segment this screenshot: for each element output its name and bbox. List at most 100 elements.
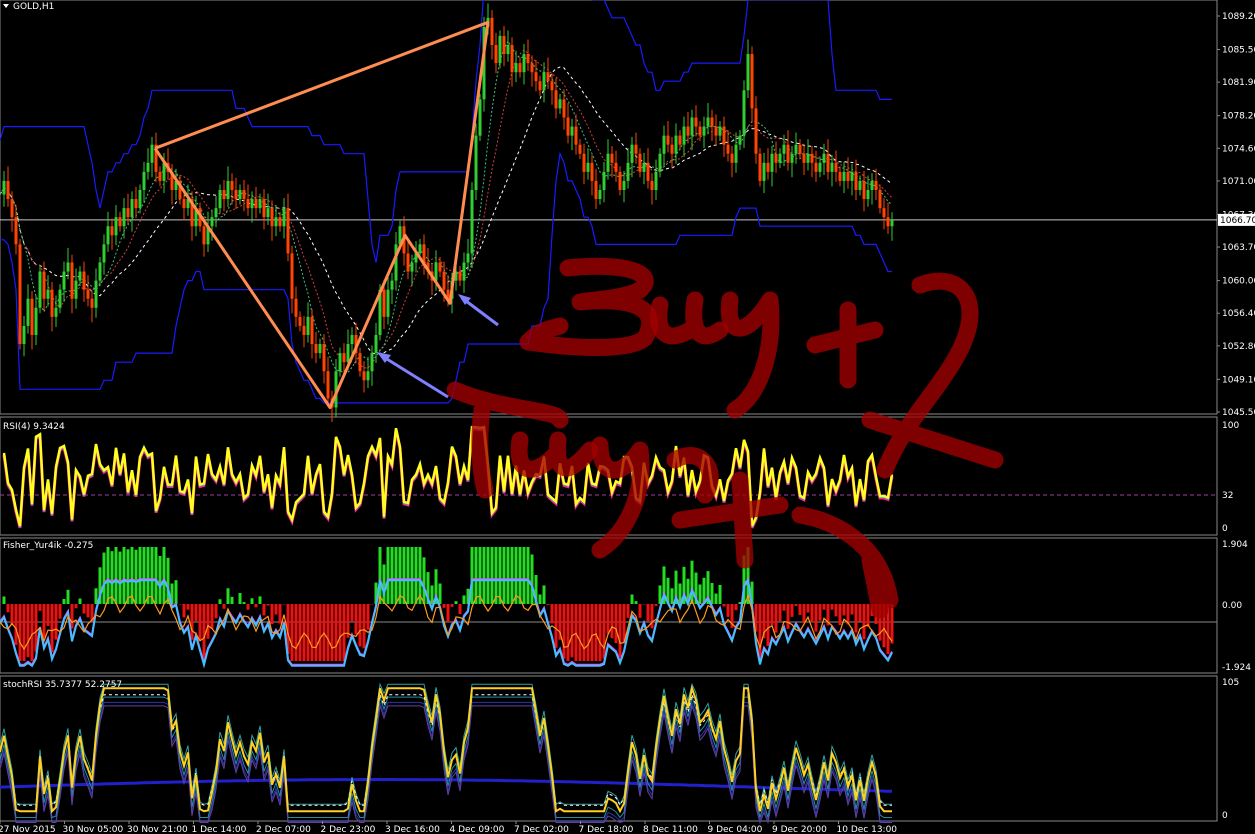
candle: [358, 353, 362, 372]
candle: [542, 72, 546, 91]
fisher-bar: [18, 604, 22, 661]
candle: [774, 153, 778, 163]
stochrsi-pane[interactable]: [0, 682, 893, 825]
candle: [870, 180, 874, 190]
fisher-bar: [102, 552, 106, 604]
candle: [670, 144, 674, 154]
candle: [66, 262, 70, 272]
fisher-bar: [810, 604, 814, 623]
chart-title: GOLD,H1: [13, 2, 54, 12]
fisher-bar: [522, 547, 526, 604]
candle: [658, 153, 662, 172]
fisher-bar: [290, 604, 294, 661]
price-pane[interactable]: [0, 0, 1217, 422]
price-tick-label: 1049.10: [1222, 375, 1255, 385]
candle: [146, 162, 150, 172]
candle: [342, 353, 346, 363]
candle: [438, 262, 442, 272]
candle: [518, 63, 522, 73]
candle: [22, 325, 26, 345]
candle: [390, 280, 394, 290]
candle: [362, 371, 366, 381]
candle: [578, 144, 582, 154]
fisher-bar: [270, 604, 274, 624]
candle: [498, 35, 502, 64]
price-axis: 1089.20 1085.50 1081.90 1078.20 1074.60 1071.…: [1217, 12, 1255, 418]
candle: [106, 226, 110, 245]
trading-chart[interactable]: GOLD,H1 RSI(4) 9.3424 Fisher_Yur4ik -0.2…: [0, 0, 1255, 834]
candle: [618, 171, 622, 190]
fisher-pane[interactable]: [0, 547, 1217, 669]
fisher-bar: [650, 604, 654, 629]
fisher-bar: [482, 547, 486, 604]
fisher-bar: [498, 547, 502, 604]
candle: [706, 117, 710, 127]
fisher-bar: [758, 604, 762, 660]
fisher-bar: [226, 588, 230, 604]
fisher-bar: [394, 547, 398, 604]
time-tick-label: 7 Dec 02:00: [514, 825, 569, 834]
fisher-bar: [402, 547, 406, 604]
candle: [94, 280, 98, 308]
fisher-bar: [582, 604, 586, 661]
candle: [662, 135, 666, 154]
candle: [534, 72, 538, 82]
candle: [842, 171, 846, 181]
candle: [598, 189, 602, 200]
fisher-bar: [114, 547, 118, 604]
fisher-bar: [722, 604, 726, 607]
candle: [678, 135, 682, 145]
dropdown-icon[interactable]: [3, 4, 9, 8]
candle: [346, 344, 350, 363]
price-tick-label: 1045.50: [1222, 408, 1255, 418]
fisher-bar: [806, 604, 810, 613]
candle: [490, 17, 494, 45]
candle: [26, 298, 30, 326]
price-tick-label: 1081.90: [1222, 78, 1255, 88]
price-tick-label: 1052.80: [1222, 342, 1255, 352]
candle: [494, 44, 498, 64]
candle: [370, 353, 374, 372]
fisher-bar: [30, 604, 34, 661]
fisher-bar: [278, 604, 282, 624]
time-tick-label: 2 Dec 07:00: [256, 825, 311, 834]
candle: [78, 271, 82, 281]
candle: [854, 171, 858, 190]
fisher-bar: [382, 564, 386, 604]
candle: [214, 208, 218, 218]
candle: [58, 289, 62, 308]
candle: [622, 180, 626, 190]
candle: [546, 72, 550, 82]
candle: [42, 271, 46, 299]
fisher-bar: [458, 604, 462, 614]
fisher-bar: [414, 547, 418, 604]
candle: [410, 262, 414, 272]
fisher-bar: [326, 604, 330, 661]
fisher-bar: [818, 604, 822, 621]
candle: [606, 153, 610, 172]
candle: [182, 199, 186, 209]
candle: [50, 289, 54, 317]
candle: [98, 262, 102, 281]
fisher-bar: [82, 604, 86, 614]
fisher-bar: [10, 604, 14, 626]
candle: [458, 271, 462, 281]
fisher-bar: [262, 604, 266, 616]
candle: [850, 171, 854, 181]
fisher-bar: [462, 595, 466, 604]
time-axis: 27 Nov 2015 30 Nov 05:00 30 Nov 21:00 1 Dec…: [0, 821, 897, 834]
fisher-bar: [58, 604, 62, 619]
candle: [790, 153, 794, 163]
candle: [382, 289, 386, 317]
candle: [350, 334, 354, 345]
candle: [122, 208, 126, 227]
fisher-bar: [430, 585, 434, 604]
fisher-bar: [138, 547, 142, 604]
candle: [90, 298, 94, 308]
fisher-bar: [338, 604, 342, 661]
candle: [322, 344, 326, 372]
candle: [574, 126, 578, 145]
candle: [290, 253, 294, 299]
fisher-bar: [78, 598, 82, 604]
fisher-bar: [74, 604, 78, 609]
